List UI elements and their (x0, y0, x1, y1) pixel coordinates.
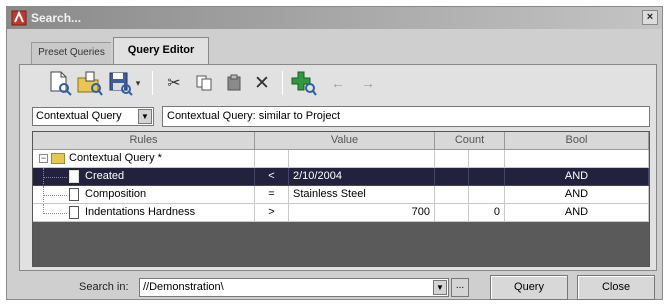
operator-cell[interactable]: = (255, 186, 289, 204)
rules-grid: Rules Value Count Bool − Contextual Quer… (32, 131, 650, 267)
search-dialog: Search... × Preset Queries Query Editor (6, 6, 663, 300)
new-query-icon[interactable] (46, 69, 74, 97)
count-extra-cell (469, 150, 505, 168)
table-row[interactable]: Indentations Hardness > 700 0 AND (33, 204, 649, 222)
column-header-value[interactable]: Value (255, 132, 435, 150)
bool-cell[interactable]: AND (505, 186, 649, 204)
window-title: Search... (31, 11, 82, 25)
grid-header: Rules Value Count Bool (33, 132, 649, 150)
query-editor-panel: ▾ ✂ ✕ ← → Contextual Query ▼ Contextual … (19, 64, 657, 271)
operator-cell (255, 150, 289, 168)
toolbar: ▾ ✂ ✕ ← → (20, 65, 656, 101)
search-in-select[interactable]: //Demonstration\ ▼ (139, 278, 449, 297)
close-window-button[interactable]: × (642, 10, 658, 25)
table-row[interactable]: Created < 2/10/2004 AND (33, 168, 649, 186)
open-folder-icon[interactable] (76, 69, 104, 97)
count-cell (435, 204, 469, 222)
tab-query-editor[interactable]: Query Editor (113, 37, 209, 65)
bool-cell[interactable]: AND (505, 168, 649, 186)
chevron-down-icon[interactable]: ▼ (138, 109, 152, 124)
toolbar-separator (282, 71, 283, 95)
query-button[interactable]: Query (490, 275, 568, 300)
table-row[interactable]: Composition = Stainless Steel AND (33, 186, 649, 204)
search-in-value: //Demonstration\ (143, 281, 224, 293)
count-extra-cell (469, 186, 505, 204)
paste-icon[interactable] (220, 69, 248, 97)
bool-cell (505, 150, 649, 168)
copy-icon[interactable] (190, 69, 218, 97)
back-arrow-icon[interactable]: ← (324, 69, 352, 97)
forward-arrow-icon[interactable]: → (354, 69, 382, 97)
rule-cell: Composition (33, 186, 255, 204)
count-cell (435, 186, 469, 204)
app-icon (11, 10, 27, 26)
cut-icon[interactable]: ✂ (160, 69, 188, 97)
column-header-rules[interactable]: Rules (33, 132, 255, 150)
chevron-down-icon[interactable]: ▼ (433, 280, 447, 295)
count-cell (435, 168, 469, 186)
operator-cell[interactable]: < (255, 168, 289, 186)
save-dropdown-icon[interactable]: ▾ (132, 69, 144, 97)
column-header-count[interactable]: Count (435, 132, 505, 150)
search-in-label: Search in: (79, 281, 129, 293)
delete-icon[interactable]: ✕ (248, 69, 276, 97)
value-cell[interactable]: 700 (289, 204, 435, 222)
close-button[interactable]: Close (577, 275, 655, 300)
bottom-bar: Search in: //Demonstration\ ▼ ... Query … (7, 275, 662, 301)
rule-cell: Contextual Query * (33, 150, 255, 168)
toolbar-separator (152, 71, 153, 95)
count-cell (435, 150, 469, 168)
value-cell[interactable]: 2/10/2004 (289, 168, 435, 186)
title-bar[interactable]: Search... × (7, 7, 662, 29)
column-header-bool[interactable]: Bool (505, 132, 649, 150)
operator-cell[interactable]: > (255, 204, 289, 222)
save-icon[interactable] (106, 69, 134, 97)
table-row-root[interactable]: − Contextual Query * (33, 150, 649, 168)
query-type-select[interactable]: Contextual Query ▼ (32, 107, 154, 126)
rule-cell: Created (33, 168, 255, 186)
rule-cell: Indentations Hardness (33, 204, 255, 222)
bool-cell[interactable]: AND (505, 204, 649, 222)
count-extra-cell (469, 168, 505, 186)
tab-preset-queries[interactable]: Preset Queries (31, 42, 111, 64)
count-extra-cell: 0 (469, 204, 505, 222)
value-cell[interactable]: Stainless Steel (289, 186, 435, 204)
query-type-value: Contextual Query (36, 110, 122, 122)
value-cell (289, 150, 435, 168)
add-rule-icon[interactable] (290, 69, 318, 97)
browse-button[interactable]: ... (451, 278, 469, 297)
query-description-input[interactable]: Contextual Query: similar to Project (162, 106, 650, 127)
